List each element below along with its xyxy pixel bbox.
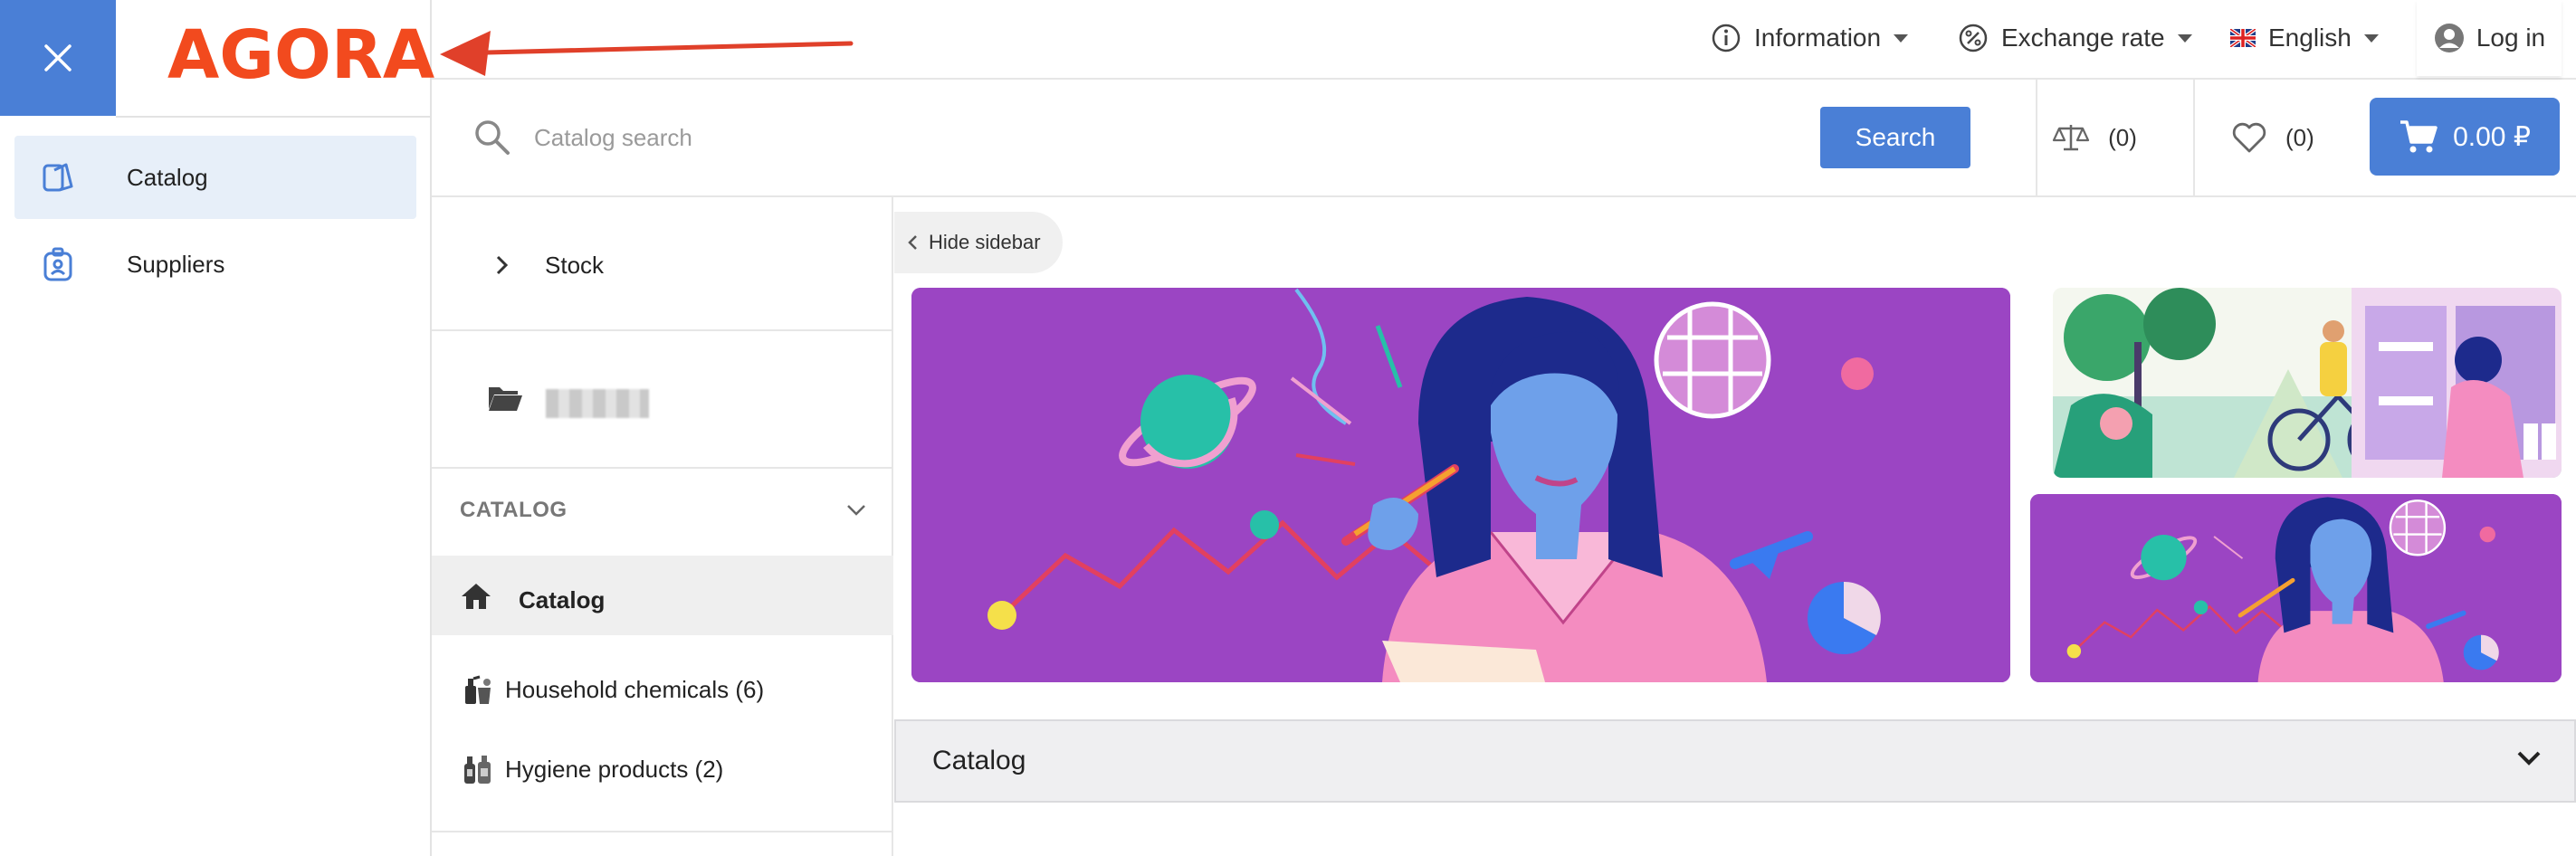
information-label: Information (1754, 24, 1882, 52)
stock-label[interactable]: Stock (545, 252, 604, 280)
language-menu[interactable]: English (2230, 0, 2379, 76)
information-menu[interactable]: Information (1711, 0, 1909, 76)
promo-banner-city[interactable] (2053, 288, 2562, 478)
cart-button[interactable]: 0.00 ₽ (2370, 98, 2560, 176)
drawer-item-label: Catalog (127, 163, 208, 191)
promo-banner-thumbnail[interactable] (2030, 494, 2562, 682)
catalog-section-heading[interactable]: CATALOG (460, 498, 568, 523)
caret-down-icon (2177, 33, 2192, 43)
subcategory-hygiene-products[interactable]: Hygiene products (2) (462, 751, 723, 787)
home-icon (462, 584, 491, 609)
compare-counter[interactable]: (0) (2031, 107, 2158, 168)
chevron-left-icon (908, 235, 917, 250)
close-drawer-button[interactable] (0, 0, 116, 116)
blurred-folder-name (546, 389, 649, 418)
hide-sidebar-label: Hide sidebar (929, 231, 1041, 253)
folder-open-icon (489, 387, 522, 411)
caret-down-icon (1894, 33, 1909, 43)
compare-count: (0) (2108, 123, 2137, 151)
percent-icon (1959, 24, 1988, 52)
drawer-item-suppliers[interactable]: Suppliers (14, 223, 416, 306)
info-icon (1712, 24, 1741, 52)
drawer-item-catalog[interactable]: Catalog (14, 136, 416, 219)
scales-icon (2053, 125, 2090, 151)
banner-illustration (911, 288, 2010, 682)
chevron-right-icon (493, 253, 510, 283)
sidebar-item-catalog[interactable] (432, 556, 893, 635)
caret-down-icon (2363, 33, 2379, 43)
catalog-accordion[interactable]: Catalog (894, 719, 2576, 803)
promo-banner-carousel[interactable] (911, 288, 2010, 682)
heart-icon (2232, 122, 2266, 153)
divider (432, 831, 893, 832)
agora-logo[interactable]: AGORA (167, 22, 434, 89)
subcategory-household-chemicals[interactable]: Household chemicals (6) (462, 671, 764, 708)
login-button[interactable]: Log in (2417, 0, 2562, 76)
uk-flag-icon (2230, 29, 2256, 47)
language-label: English (2268, 24, 2352, 52)
divider (116, 116, 432, 118)
sidebar-item-label: Catalog (519, 586, 606, 613)
household-chemicals-icon (465, 675, 491, 704)
chevron-down-icon[interactable] (845, 503, 867, 518)
exchange-rate-menu[interactable]: Exchange rate (1958, 0, 2192, 76)
city-illustration (2053, 288, 2562, 478)
subcategory-label: Hygiene products (2) (505, 755, 724, 783)
favorites-count: (0) (2285, 123, 2314, 151)
subcategory-label: Household chemicals (6) (505, 675, 765, 703)
catalog-icon (40, 159, 76, 195)
cart-icon (2400, 120, 2438, 153)
navigation-drawer (0, 0, 432, 856)
close-icon (44, 44, 72, 71)
search-icon (475, 120, 510, 155)
cart-total: 0.00 ₽ (2453, 121, 2531, 152)
chevron-down-icon[interactable] (2516, 749, 2542, 767)
banner-thumbnail-illustration (2030, 494, 2562, 682)
user-circle-icon (2434, 24, 2464, 52)
hygiene-products-icon (464, 756, 491, 784)
favorites-counter[interactable]: (0) (2231, 107, 2314, 168)
exchange-rate-label: Exchange rate (2001, 24, 2165, 52)
drawer-item-label: Suppliers (127, 250, 225, 278)
accordion-title: Catalog (932, 746, 1026, 775)
search-button[interactable]: Search (1820, 107, 1970, 168)
login-label: Log in (2476, 24, 2546, 52)
hide-sidebar-button[interactable]: Hide sidebar (894, 212, 1063, 273)
search-input[interactable] (534, 118, 1801, 157)
supplier-badge-icon (40, 246, 76, 282)
divider (2193, 80, 2195, 197)
